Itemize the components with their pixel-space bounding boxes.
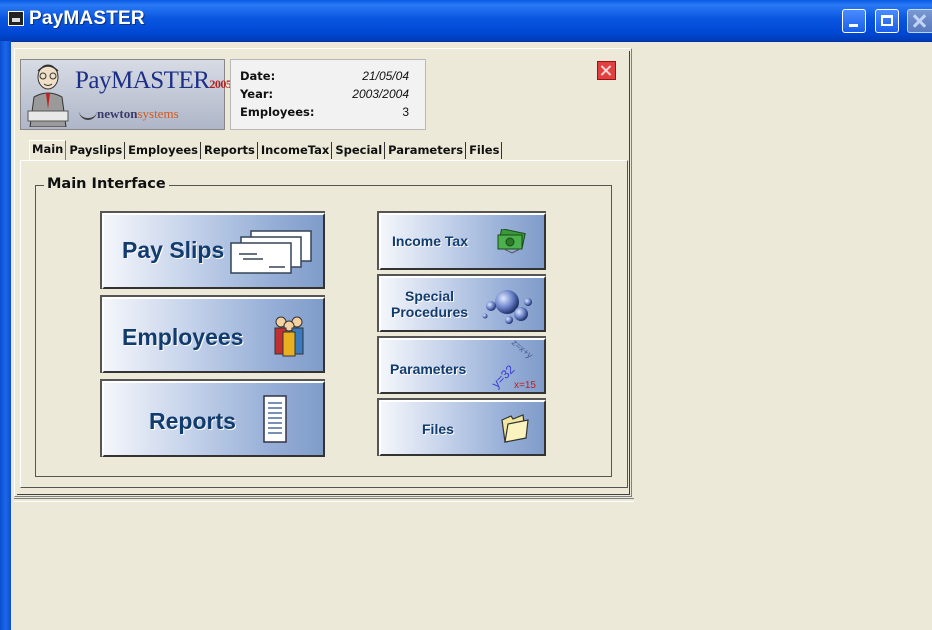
parameters-label: Parameters [390,361,467,377]
window-border [0,41,11,630]
date-label: Date: [240,69,276,83]
formula-icon: z=x+y y=32 x=15 [489,340,537,391]
tab-employees[interactable]: Employees [125,142,202,159]
year-label: Year: [240,87,274,101]
title-bar[interactable]: PayMASTER [0,0,932,42]
mascot-icon [27,64,69,127]
money-icon [497,229,526,254]
tab-incometax[interactable]: IncomeTax [258,142,333,159]
reports-button-label: Reports [149,408,236,434]
year-value: 2003/2004 [352,87,409,101]
app-icon[interactable] [8,11,24,26]
paymaster-logo: PayMASTER2005 newtonsystems [20,59,232,130]
folder-icon [501,414,529,443]
employees-label: Employees: [240,105,315,119]
pay-slips-label: Pay Slips [122,237,225,263]
employees-button[interactable]: Employees [100,295,325,373]
pay-slips-button[interactable]: Pay Slips [100,211,325,289]
info-box: Date: 21/05/04 Year: 2003/2004 Employees… [230,59,426,130]
panel-close-button[interactable] [597,61,616,80]
files-label: Files [422,421,454,437]
employees-icon [274,316,304,357]
income-tax-label: Income Tax [392,233,468,249]
tab-reports[interactable]: Reports [201,142,258,159]
tab-files[interactable]: Files [466,142,503,159]
employees-value: 3 [402,105,409,119]
bottom-divider [14,498,634,502]
logo-product: PayMASTER [75,67,210,94]
reports-button[interactable]: Reports [100,379,325,457]
special-procedures-button[interactable]: Special Procedures [377,274,546,332]
tab-payslips[interactable]: Payslips [66,142,126,159]
employees-button-label: Employees [122,324,244,350]
group-label: Main Interface [44,176,169,192]
files-button[interactable]: Files [377,398,546,456]
tab-bar: Main Payslips Employees Reports IncomeTa… [29,140,503,160]
payslips-icon [230,230,312,274]
swoosh-icon [79,110,97,120]
svg-text:x=15: x=15 [514,380,536,391]
parameters-button[interactable]: Parameters z=x+y y=32 x=15 [377,336,546,394]
tab-special[interactable]: Special [332,142,386,159]
special-procedures-label: Special Procedures [391,288,469,320]
tab-parameters[interactable]: Parameters [385,142,467,159]
window-title: PayMASTER [29,8,145,29]
maximize-button[interactable] [875,9,899,33]
svg-text:z=x+y: z=x+y [510,340,535,361]
minimize-button[interactable] [842,9,866,33]
income-tax-button[interactable]: Income Tax [377,211,546,270]
molecules-icon [482,290,532,324]
report-document-icon [263,395,287,443]
logo-year: 2005 [209,77,232,91]
window-close-button[interactable] [907,9,932,33]
tab-main[interactable]: Main [29,140,67,160]
logo-company: newtonsystems [97,106,179,121]
date-value: 21/05/04 [362,69,409,83]
